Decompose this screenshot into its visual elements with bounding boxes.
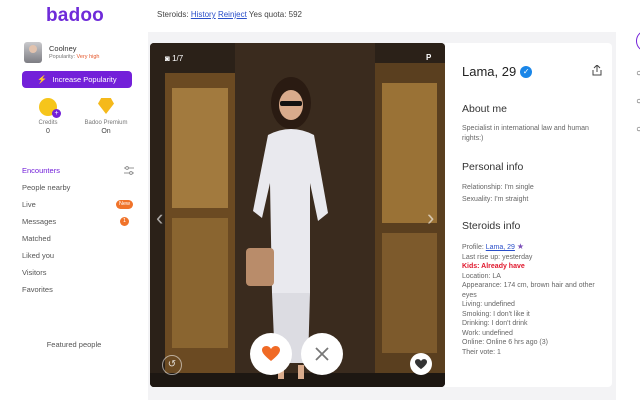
steroids-extension-bar: Steroids: History Reinject Yes quota: 59… (157, 10, 302, 19)
filter-icon[interactable] (124, 166, 134, 175)
sidebar: Coolney Popularity: Very high ⚡ Increase… (0, 32, 148, 400)
sidebar-item-liked-you[interactable]: Liked you (0, 247, 148, 264)
kids-row: Kids: Already have (462, 263, 525, 270)
reinject-link[interactable]: Reinject (218, 10, 247, 19)
sidebar-item-visitors[interactable]: Visitors (0, 264, 148, 281)
sidebar-item-label: Visitors (22, 268, 47, 277)
steroids-info-heading: Steroids info (462, 220, 521, 232)
lightning-icon: ⚡ (37, 75, 48, 84)
credits-label: Credits (38, 120, 58, 126)
sidebar-item-label: Live (22, 200, 36, 209)
history-link[interactable]: History (191, 10, 216, 19)
p-mark: P (426, 53, 432, 62)
messages-count-badge: 1 (120, 217, 129, 226)
last-rise-row: Last rise up: yesterday (462, 253, 533, 261)
top-bar: badoo Steroids: History Reinject Yes quo… (0, 0, 640, 32)
popularity-label: Popularity: (49, 54, 75, 60)
crush-button[interactable] (410, 353, 432, 375)
sidebar-item-live[interactable]: Live New (0, 196, 148, 213)
next-photo-arrow-icon[interactable]: › (427, 205, 434, 231)
photo-counter: ◙ 1/7 (165, 54, 183, 63)
profile-name-age: Lama, 29 (462, 64, 517, 79)
premium-value: On (101, 128, 111, 135)
premium-label: Badoo Premium (84, 120, 128, 126)
previous-photo-arrow-icon[interactable]: ‹ (156, 205, 163, 231)
profile-row: Profile: Lama, 29 ★ (462, 242, 610, 253)
appearance-row: Appearance: 174 cm, brown hair and other… (462, 282, 595, 299)
plus-icon: + (52, 109, 61, 118)
popularity-value: Very high (76, 54, 100, 60)
share-icon[interactable] (592, 65, 602, 76)
sidebar-item-messages[interactable]: Messages 1 (0, 213, 148, 230)
partial-icon: ○ (636, 124, 640, 135)
sidebar-item-label: Messages (22, 217, 57, 226)
close-icon (315, 347, 329, 361)
profile-name: Coolney (49, 44, 77, 53)
heart-icon (262, 346, 280, 361)
like-button[interactable] (250, 333, 292, 375)
steroids-info-list: Profile: Lama, 29 ★ Last rise up: yester… (462, 242, 610, 357)
steroids-label: Steroids: (157, 10, 189, 19)
sidebar-item-label: People nearby (22, 183, 71, 192)
photo-counter-text: 1/7 (172, 54, 184, 63)
undo-icon: ↺ (167, 359, 177, 370)
personal-info-heading: Personal info (462, 161, 524, 173)
location-row: Location: LA (462, 272, 501, 280)
increase-popularity-label: Increase Popularity (52, 75, 117, 84)
pass-button[interactable] (301, 333, 343, 375)
new-badge: New (116, 200, 134, 209)
about-me-heading: About me (462, 103, 507, 115)
own-profile[interactable]: Coolney Popularity: Very high (24, 42, 134, 66)
sidebar-item-label: Liked you (22, 251, 55, 260)
featured-people-heading[interactable]: Featured people (0, 340, 148, 349)
sidebar-item-label: Matched (22, 234, 51, 243)
heart-plus-icon (415, 358, 427, 369)
sidebar-item-encounters[interactable]: Encounters (0, 162, 148, 179)
coin-icon: + (39, 98, 61, 118)
star-icon[interactable]: ★ (517, 242, 524, 251)
profile-link[interactable]: Lama, 29 (486, 244, 515, 251)
badoo-logo[interactable]: badoo (46, 5, 104, 27)
premium-widget[interactable]: Badoo Premium On (76, 98, 136, 135)
quota-text: Yes quota: 592 (248, 10, 303, 19)
partial-icon: ○ (636, 96, 640, 107)
sidebar-item-people-nearby[interactable]: People nearby (0, 179, 148, 196)
sexuality-text: Sexuality: I'm straight (462, 196, 529, 203)
vote-row: Their vote: 1 (462, 348, 501, 356)
sidebar-nav: Encounters People nearby Live New Messag… (0, 162, 148, 298)
credits-value: 0 (46, 128, 50, 135)
right-edge-strip: ○ ○ ○ (616, 0, 640, 400)
diamond-icon (98, 98, 114, 114)
profile-info-panel: Lama, 29 ✓ About me Specialist in intern… (445, 43, 612, 387)
about-me-text: Specialist in international law and huma… (462, 125, 589, 142)
verified-icon: ✓ (520, 65, 533, 78)
camera-icon: ◙ (165, 54, 170, 63)
profile-photo-area[interactable]: ◙ 1/7 P ‹ › ↺ (150, 43, 445, 387)
sidebar-item-favorites[interactable]: Favorites (0, 281, 148, 298)
undo-button[interactable]: ↺ (162, 355, 182, 375)
sidebar-item-label: Encounters (22, 166, 60, 175)
avatar[interactable] (24, 42, 42, 63)
popularity-status: Popularity: Very high (49, 54, 99, 60)
profile-photo (150, 43, 445, 387)
ring-icon[interactable] (636, 30, 640, 52)
profile-row-label: Profile: (462, 244, 486, 251)
increase-popularity-button[interactable]: ⚡ Increase Popularity (22, 71, 132, 88)
living-row: Living: undefined (462, 301, 515, 308)
profile-header: Lama, 29 ✓ (462, 64, 533, 79)
sidebar-item-label: Favorites (22, 285, 53, 294)
relationship-text: Relationship: I'm single (462, 184, 534, 191)
smoking-row: Smoking: I don't like it (462, 310, 530, 318)
sidebar-item-matched[interactable]: Matched (0, 230, 148, 247)
online-row: Online: Online 6 hrs ago (3) (462, 339, 548, 346)
credits-widget[interactable]: + Credits 0 (18, 98, 78, 135)
partial-icon: ○ (636, 68, 640, 79)
drinking-row: Drinking: I don't drink (462, 320, 528, 327)
work-row: Work: undefined (462, 329, 513, 337)
